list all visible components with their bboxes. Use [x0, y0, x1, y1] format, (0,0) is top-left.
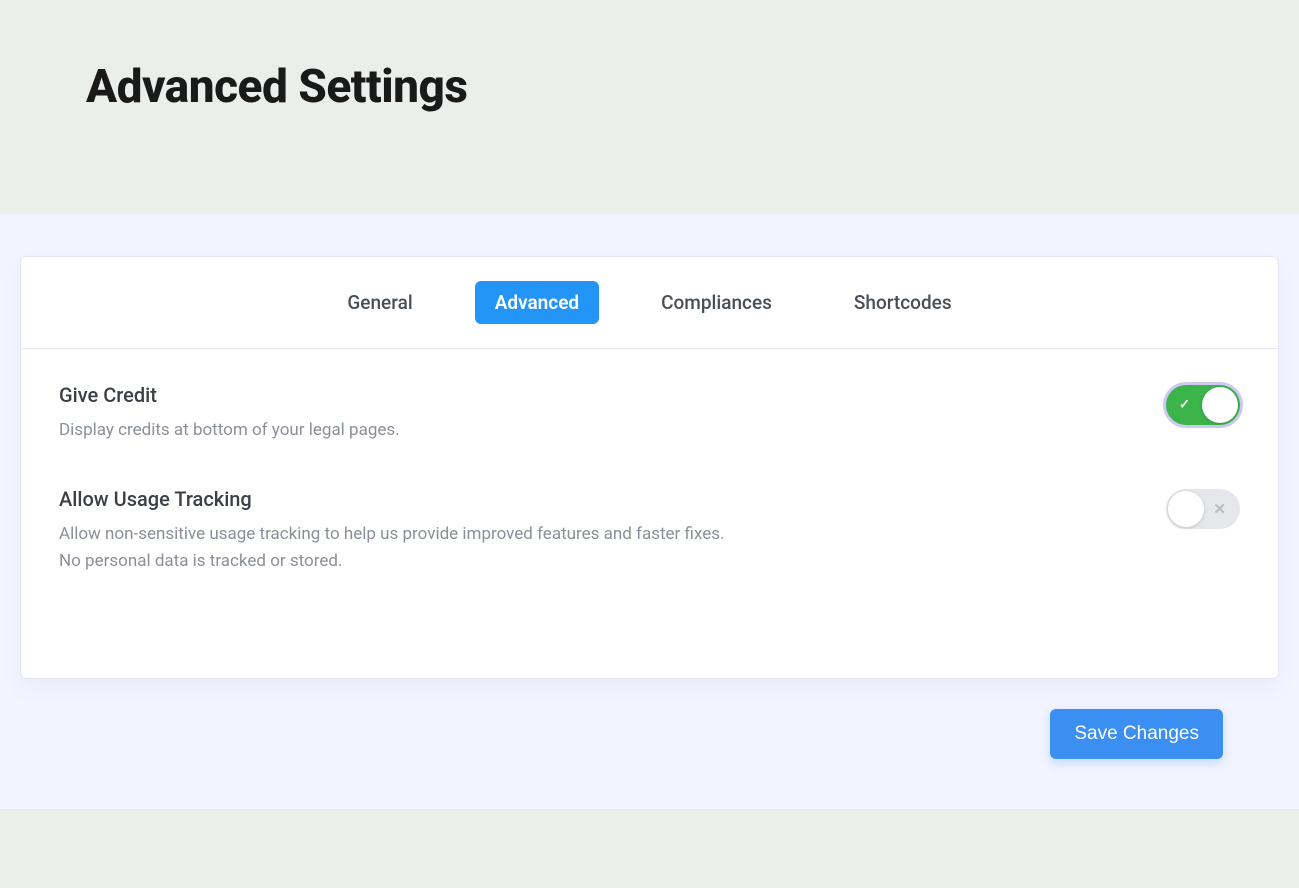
- check-icon: ✓: [1179, 398, 1190, 413]
- header-region: Advanced Settings: [0, 0, 1299, 214]
- setting-title-usage-tracking: Allow Usage Tracking: [59, 487, 739, 511]
- setting-title-give-credit: Give Credit: [59, 383, 400, 407]
- toggle-give-credit[interactable]: ✓: [1166, 385, 1240, 425]
- setting-desc-usage-tracking: Allow non-sensitive usage tracking to he…: [59, 521, 739, 574]
- settings-body: Give Credit Display credits at bottom of…: [21, 349, 1278, 678]
- toggle-knob: [1168, 491, 1204, 527]
- toggle-usage-tracking[interactable]: ✕: [1166, 489, 1240, 529]
- setting-desc-give-credit: Display credits at bottom of your legal …: [59, 417, 400, 443]
- page-title: Advanced Settings: [86, 60, 1299, 114]
- setting-text: Give Credit Display credits at bottom of…: [59, 383, 400, 443]
- footer-actions: Save Changes: [20, 679, 1279, 759]
- tabs: General Advanced Compliances Shortcodes: [21, 257, 1278, 349]
- setting-usage-tracking: Allow Usage Tracking Allow non-sensitive…: [59, 487, 1240, 574]
- setting-give-credit: Give Credit Display credits at bottom of…: [59, 383, 1240, 443]
- close-icon: ✕: [1213, 500, 1226, 518]
- save-button[interactable]: Save Changes: [1050, 709, 1223, 759]
- tab-general[interactable]: General: [327, 281, 432, 324]
- tab-shortcodes[interactable]: Shortcodes: [834, 281, 972, 324]
- settings-card: General Advanced Compliances Shortcodes …: [20, 256, 1279, 679]
- tab-advanced[interactable]: Advanced: [475, 281, 599, 324]
- setting-text: Allow Usage Tracking Allow non-sensitive…: [59, 487, 739, 574]
- tab-compliances[interactable]: Compliances: [641, 281, 792, 324]
- toggle-knob: [1202, 387, 1238, 423]
- content-region: General Advanced Compliances Shortcodes …: [0, 214, 1299, 809]
